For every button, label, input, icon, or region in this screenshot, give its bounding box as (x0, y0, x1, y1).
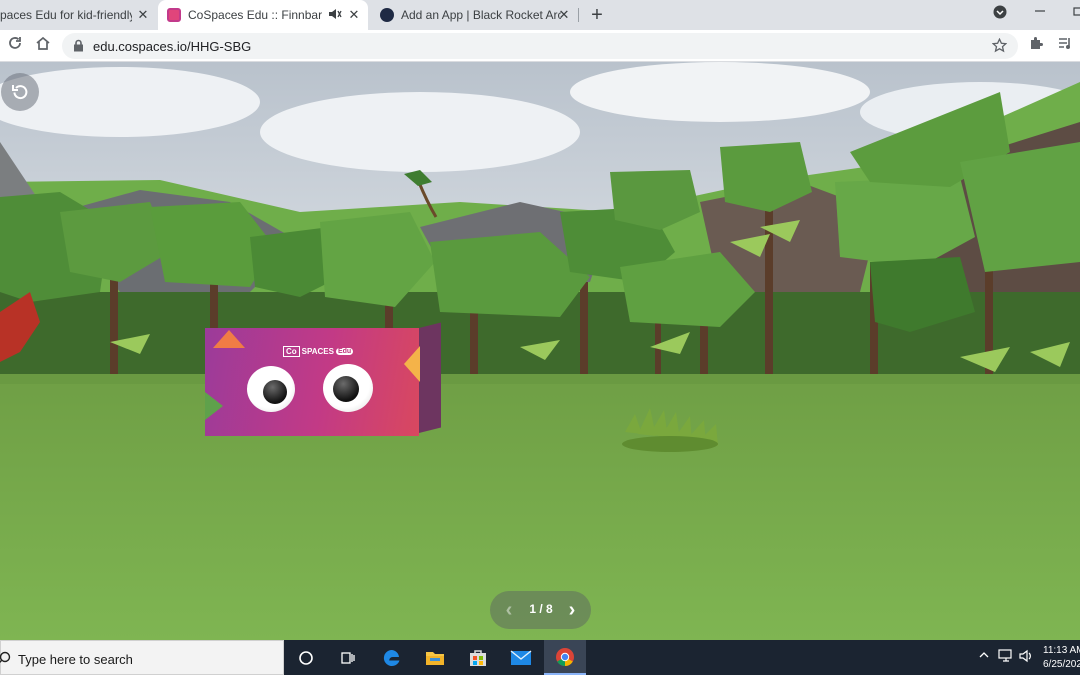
tab-search-icon[interactable] (990, 5, 1010, 25)
system-clock[interactable]: 11:13 AM 6/25/2021 (1043, 644, 1080, 672)
cube-side-face (419, 322, 441, 433)
cloud (260, 92, 580, 172)
new-tab-button[interactable]: + (587, 5, 607, 25)
tab-title: paces Edu for kid-friendly 3D (0, 8, 132, 22)
cortana-button[interactable] (285, 640, 327, 675)
logo-mark: Co (283, 346, 300, 357)
volume-icon[interactable] (1019, 649, 1035, 666)
cortana-icon (299, 650, 313, 665)
store-app[interactable] (457, 640, 499, 675)
tab-cospaces-edu[interactable]: paces Edu for kid-friendly 3D ✕ (0, 0, 157, 30)
googly-eye-right (323, 364, 373, 412)
tab-title: Add an App | Black Rocket Arcad (401, 8, 561, 22)
reload-icon[interactable] (5, 35, 25, 55)
tab-title: CoSpaces Edu :: Finnbars vr p (188, 8, 322, 22)
grass-horizon (0, 374, 1080, 384)
show-hidden-icons-button[interactable] (978, 649, 990, 664)
chevron-up-icon (979, 652, 989, 658)
home-icon[interactable] (33, 35, 53, 55)
lock-icon (73, 39, 84, 57)
minimize-icon[interactable] (1030, 3, 1050, 23)
cube-triangle-deco (205, 392, 223, 420)
extensions-icon[interactable] (1026, 35, 1046, 55)
tab-black-rocket[interactable]: Add an App | Black Rocket Arcad ✕ (370, 0, 578, 30)
close-icon[interactable]: ✕ (556, 7, 572, 23)
cube-triangle-deco (404, 346, 420, 382)
media-control-icon[interactable] (1055, 35, 1075, 55)
scene-pager: ‹ 1 / 8 › (490, 591, 591, 629)
search-placeholder: Type here to search (18, 652, 133, 667)
reset-icon (12, 85, 28, 100)
mail-icon (510, 649, 532, 665)
tab-strip: paces Edu for kid-friendly 3D ✕ CoSpaces… (0, 0, 1080, 30)
speaker-icon[interactable] (328, 7, 342, 24)
bookmark-star-icon[interactable] (991, 37, 1008, 58)
file-explorer-app[interactable] (414, 640, 456, 675)
browser-toolbar: edu.cospaces.io/HHG-SBG (0, 30, 1080, 62)
merge-cube[interactable]: Co SPACES Edu (205, 322, 441, 436)
search-icon (0, 651, 11, 663)
pupil (263, 380, 287, 404)
address-bar[interactable]: edu.cospaces.io/HHG-SBG (62, 33, 1018, 59)
tab-finnbars-vr[interactable]: CoSpaces Edu :: Finnbars vr p ✕ (158, 0, 368, 30)
folder-icon (426, 651, 444, 665)
edge-app[interactable] (371, 640, 413, 675)
clock-time: 11:13 AM (1043, 645, 1080, 656)
next-scene-button[interactable]: › (562, 597, 582, 623)
googly-eye-left (247, 366, 295, 412)
vr-scene-viewport[interactable]: Co SPACES Edu (0, 62, 1080, 640)
restore-icon[interactable] (1068, 3, 1080, 23)
mail-app[interactable] (500, 640, 542, 675)
chrome-icon (556, 647, 574, 666)
reset-view-button[interactable] (1, 73, 39, 111)
cloud (570, 62, 870, 122)
chrome-app[interactable] (544, 640, 586, 675)
store-icon (470, 649, 486, 666)
taskbar-search[interactable]: Type here to search (0, 640, 284, 675)
task-view-button[interactable] (327, 640, 369, 675)
logo-text: SPACES (301, 347, 334, 356)
logo-badge: Edu (335, 348, 354, 355)
network-icon[interactable] (998, 649, 1014, 666)
tab-divider (578, 8, 579, 22)
close-icon[interactable]: ✕ (346, 7, 362, 23)
windows-taskbar: Type here to search 11:13 AM 6/25/2021 (0, 640, 1080, 675)
pupil (333, 376, 359, 402)
previous-scene-button[interactable]: ‹ (499, 597, 519, 623)
black-rocket-icon (380, 8, 394, 22)
edge-icon (383, 649, 400, 666)
close-icon[interactable]: ✕ (135, 7, 151, 23)
clock-date: 6/25/2021 (1043, 659, 1080, 670)
scene-counter: 1 / 8 (529, 602, 553, 616)
task-view-icon (341, 651, 355, 664)
url-text: edu.cospaces.io/HHG-SBG (93, 39, 252, 54)
cube-triangle-deco (213, 330, 245, 348)
cospaces-logo: Co SPACES Edu (283, 346, 354, 357)
cospaces-icon (167, 8, 181, 22)
